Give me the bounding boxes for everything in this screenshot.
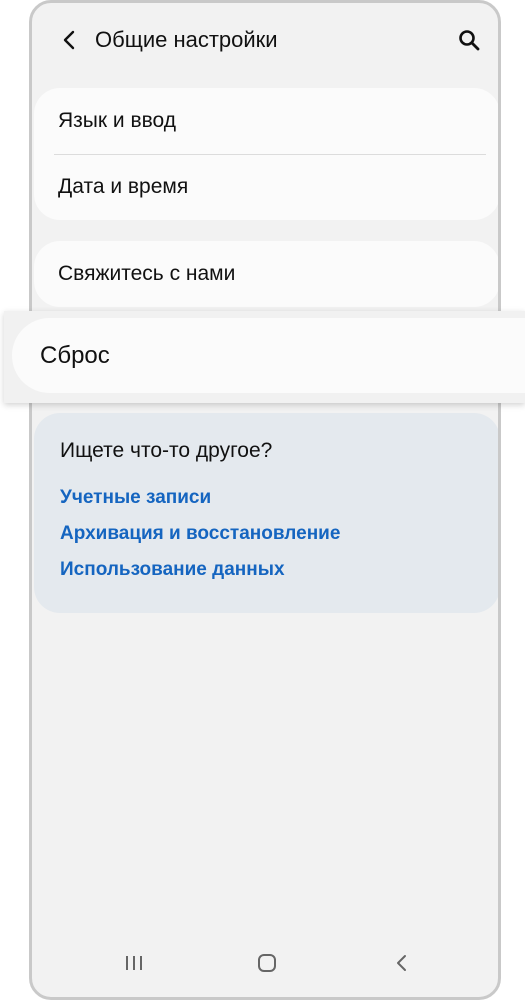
recent-apps-button[interactable] (112, 943, 156, 983)
suggestions-card: Ищете что-то другое? Учетные записи Архи… (34, 413, 498, 613)
search-button[interactable] (454, 25, 484, 55)
chevron-left-icon (63, 30, 75, 50)
link-backup-restore[interactable]: Архивация и восстановление (60, 521, 498, 557)
link-accounts[interactable]: Учетные записи (60, 485, 498, 521)
navigation-bar (32, 935, 498, 997)
menu-item-date-time[interactable]: Дата и время (34, 154, 498, 220)
menu-item-label: Язык и ввод (58, 109, 177, 132)
suggestions-title: Ищете что-то другое? (60, 439, 273, 462)
menu-item-label: Свяжитесь с нами (58, 262, 236, 285)
settings-group-1: Язык и ввод Дата и время (34, 88, 498, 220)
menu-item-label: Сброс (40, 341, 110, 369)
app-bar: Общие настройки (32, 3, 498, 79)
home-button[interactable] (245, 943, 289, 983)
highlight-strip: Сброс (4, 311, 525, 403)
system-back-button[interactable] (380, 943, 424, 983)
menu-item-label: Дата и время (58, 175, 189, 198)
page-title: Общие настройки (95, 27, 278, 52)
menu-item-language-input[interactable]: Язык и ввод (34, 88, 498, 155)
settings-group-2: Свяжитесь с нами (34, 241, 498, 307)
menu-item-contact-us[interactable]: Свяжитесь с нами (34, 241, 498, 307)
recent-apps-icon (126, 956, 142, 970)
home-icon (258, 954, 276, 972)
back-button[interactable] (54, 25, 84, 55)
search-icon (459, 30, 480, 51)
link-data-usage[interactable]: Использование данных (60, 557, 498, 593)
back-icon (397, 955, 406, 971)
menu-item-reset[interactable]: Сброс (12, 318, 525, 393)
phone-frame: Общие настройки Язык и ввод Дата и время… (29, 0, 501, 1000)
